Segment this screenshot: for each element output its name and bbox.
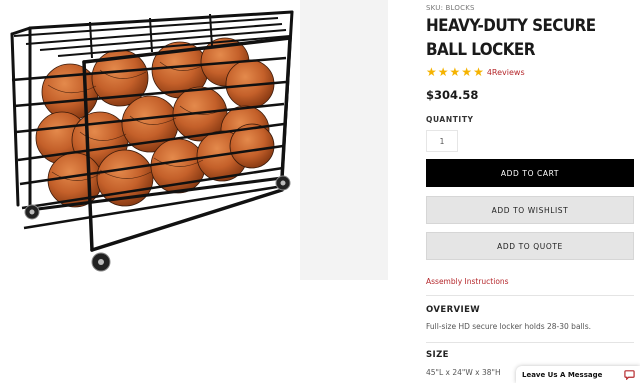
chat-widget[interactable]: Leave Us A Message <box>516 366 640 383</box>
star-icon: ★ <box>437 65 449 79</box>
product-info: SKU: BLOCKS HEAVY-DUTY SECURE BALL LOCKE… <box>426 0 640 383</box>
product-sku: SKU: BLOCKS <box>426 4 475 12</box>
thumbnail-strip <box>300 0 388 280</box>
overview-text: Full-size HD secure locker holds 28-30 b… <box>426 322 591 331</box>
chat-label: Leave Us A Message <box>522 370 603 379</box>
quantity-label: QUANTITY <box>426 115 474 124</box>
product-image[interactable] <box>0 0 300 278</box>
star-icon: ★ <box>449 65 461 79</box>
star-icon: ★ <box>426 65 437 79</box>
divider <box>426 342 634 343</box>
add-to-wishlist-button[interactable]: ADD TO WISHLIST <box>426 196 634 224</box>
ball-locker-illustration <box>10 10 294 272</box>
divider <box>426 295 634 296</box>
product-gallery <box>0 0 388 280</box>
rating-stars: ★ ★ ★ ★ ★ <box>426 66 484 78</box>
assembly-instructions-link[interactable]: Assembly Instructions <box>426 277 509 286</box>
add-to-cart-button[interactable]: ADD TO CART <box>426 159 634 187</box>
add-to-quote-button[interactable]: ADD TO QUOTE <box>426 232 634 260</box>
size-heading: SIZE <box>426 350 449 360</box>
reviews-link[interactable]: 4Reviews <box>487 68 525 77</box>
chat-bubble-icon <box>624 370 635 380</box>
product-price: $304.58 <box>426 88 479 102</box>
star-icon: ★ <box>473 65 484 79</box>
overview-heading: OVERVIEW <box>426 305 481 315</box>
star-icon: ★ <box>461 65 473 79</box>
product-title: HEAVY-DUTY SECURE BALL LOCKER <box>426 16 596 59</box>
quantity-input[interactable] <box>426 130 458 152</box>
size-text: 45"L x 24"W x 38"H <box>426 368 501 377</box>
product-rating[interactable]: ★ ★ ★ ★ ★ 4Reviews <box>426 66 525 78</box>
